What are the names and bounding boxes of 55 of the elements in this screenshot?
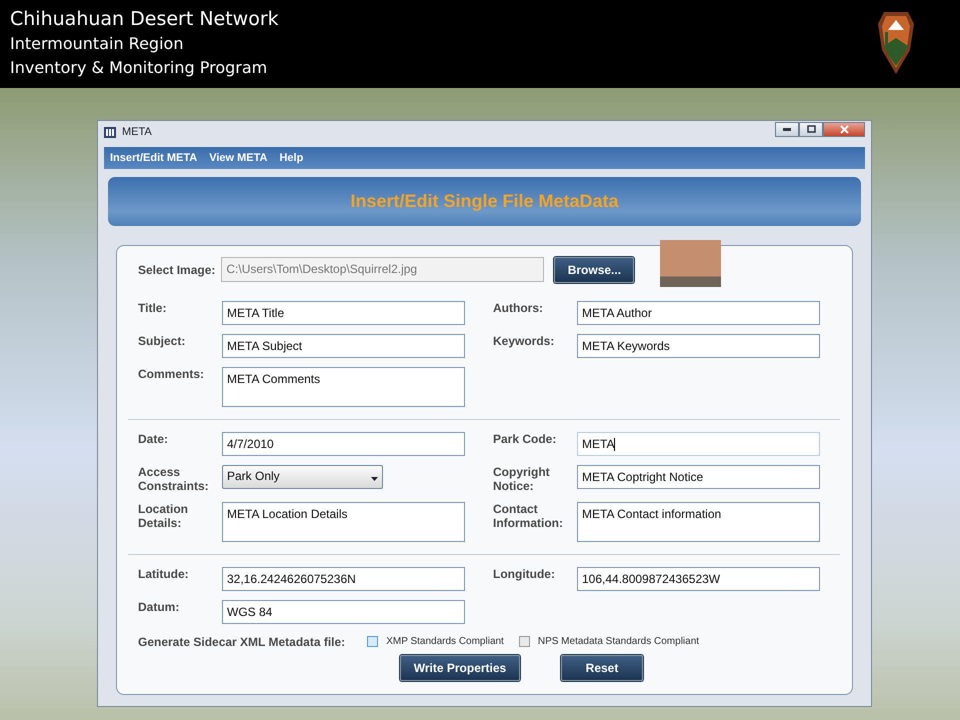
menu-item[interactable]: View META xyxy=(209,150,268,166)
checkbox-label: XMP Standards Compliant xyxy=(386,635,504,649)
dropdown[interactable]: Park Only xyxy=(222,465,383,489)
text-field[interactable]: META xyxy=(577,432,820,456)
field-label: Datum: xyxy=(138,600,180,616)
checkbox-label: NPS Metadata Standards Compliant xyxy=(538,635,700,649)
field-label: Date: xyxy=(138,432,170,448)
menu-item[interactable]: Insert/Edit META xyxy=(110,150,198,166)
maximize-icon xyxy=(806,125,816,133)
header-title: Chihuahuan Desert Network xyxy=(10,7,279,32)
checkbox[interactable] xyxy=(367,636,378,647)
minimize-button[interactable] xyxy=(775,122,799,136)
field-label: Longitude: xyxy=(493,567,556,583)
close-icon xyxy=(840,124,848,134)
app-icon xyxy=(104,126,116,138)
text-field[interactable]: META Keywords xyxy=(577,334,820,358)
text-field[interactable]: META Author xyxy=(577,301,820,325)
field-label: Access Constraints: xyxy=(138,465,210,493)
text-area[interactable]: META Comments xyxy=(222,367,465,407)
field-label: Title: xyxy=(138,301,168,317)
close-button[interactable] xyxy=(823,122,865,136)
caret-icon xyxy=(371,477,378,481)
field-label: Comments: xyxy=(138,367,206,383)
maximize-button[interactable] xyxy=(799,122,823,136)
write-properties-button[interactable]: Write Properties xyxy=(400,655,520,681)
minimize-icon xyxy=(783,128,791,130)
banner-title: Insert/Edit Single File MetaData xyxy=(350,190,619,213)
field-label: Copyright Notice: xyxy=(493,465,551,493)
menu-item[interactable]: Help xyxy=(279,150,304,166)
text-field[interactable]: META Coptright Notice xyxy=(577,465,820,489)
field-label: Subject: xyxy=(138,334,186,350)
text-field[interactable]: 32,16.2424626075236N xyxy=(222,567,465,591)
text-area[interactable]: META Location Details xyxy=(222,502,465,542)
text-field[interactable]: META Title xyxy=(222,301,465,325)
photo-placeholder xyxy=(660,240,722,287)
field-label: Authors: xyxy=(493,301,544,317)
header-subtitle: Inventory & Monitoring Program xyxy=(10,57,268,79)
text-area[interactable]: META Contact information xyxy=(577,502,820,542)
field-label: Keywords: xyxy=(493,334,556,350)
file-path-field: C:\Users\Tom\Desktop\Squirrel2.jpg xyxy=(221,257,544,282)
field-label: Contact Information: xyxy=(493,502,564,532)
checkbox[interactable] xyxy=(518,636,530,647)
window-title: META xyxy=(122,124,152,140)
field-label: Generate Sidecar XML Metadata file: xyxy=(138,634,346,648)
field-label: Location Details: xyxy=(138,502,189,532)
text-field[interactable]: 106,44.8009872436523W xyxy=(577,567,820,591)
text-field[interactable]: WGS 84 xyxy=(222,600,465,624)
header-subtitle: Intermountain Region xyxy=(10,33,184,55)
text-field[interactable]: 4/7/2010 xyxy=(222,432,465,456)
reset-button[interactable]: Reset xyxy=(561,655,643,681)
text-field[interactable]: META Subject xyxy=(222,334,465,358)
field-label: Select Image: xyxy=(138,262,216,276)
field-label: Park Code: xyxy=(493,432,558,448)
field-label: Latitude: xyxy=(138,567,190,583)
arrowhead-logo-icon xyxy=(876,10,916,76)
